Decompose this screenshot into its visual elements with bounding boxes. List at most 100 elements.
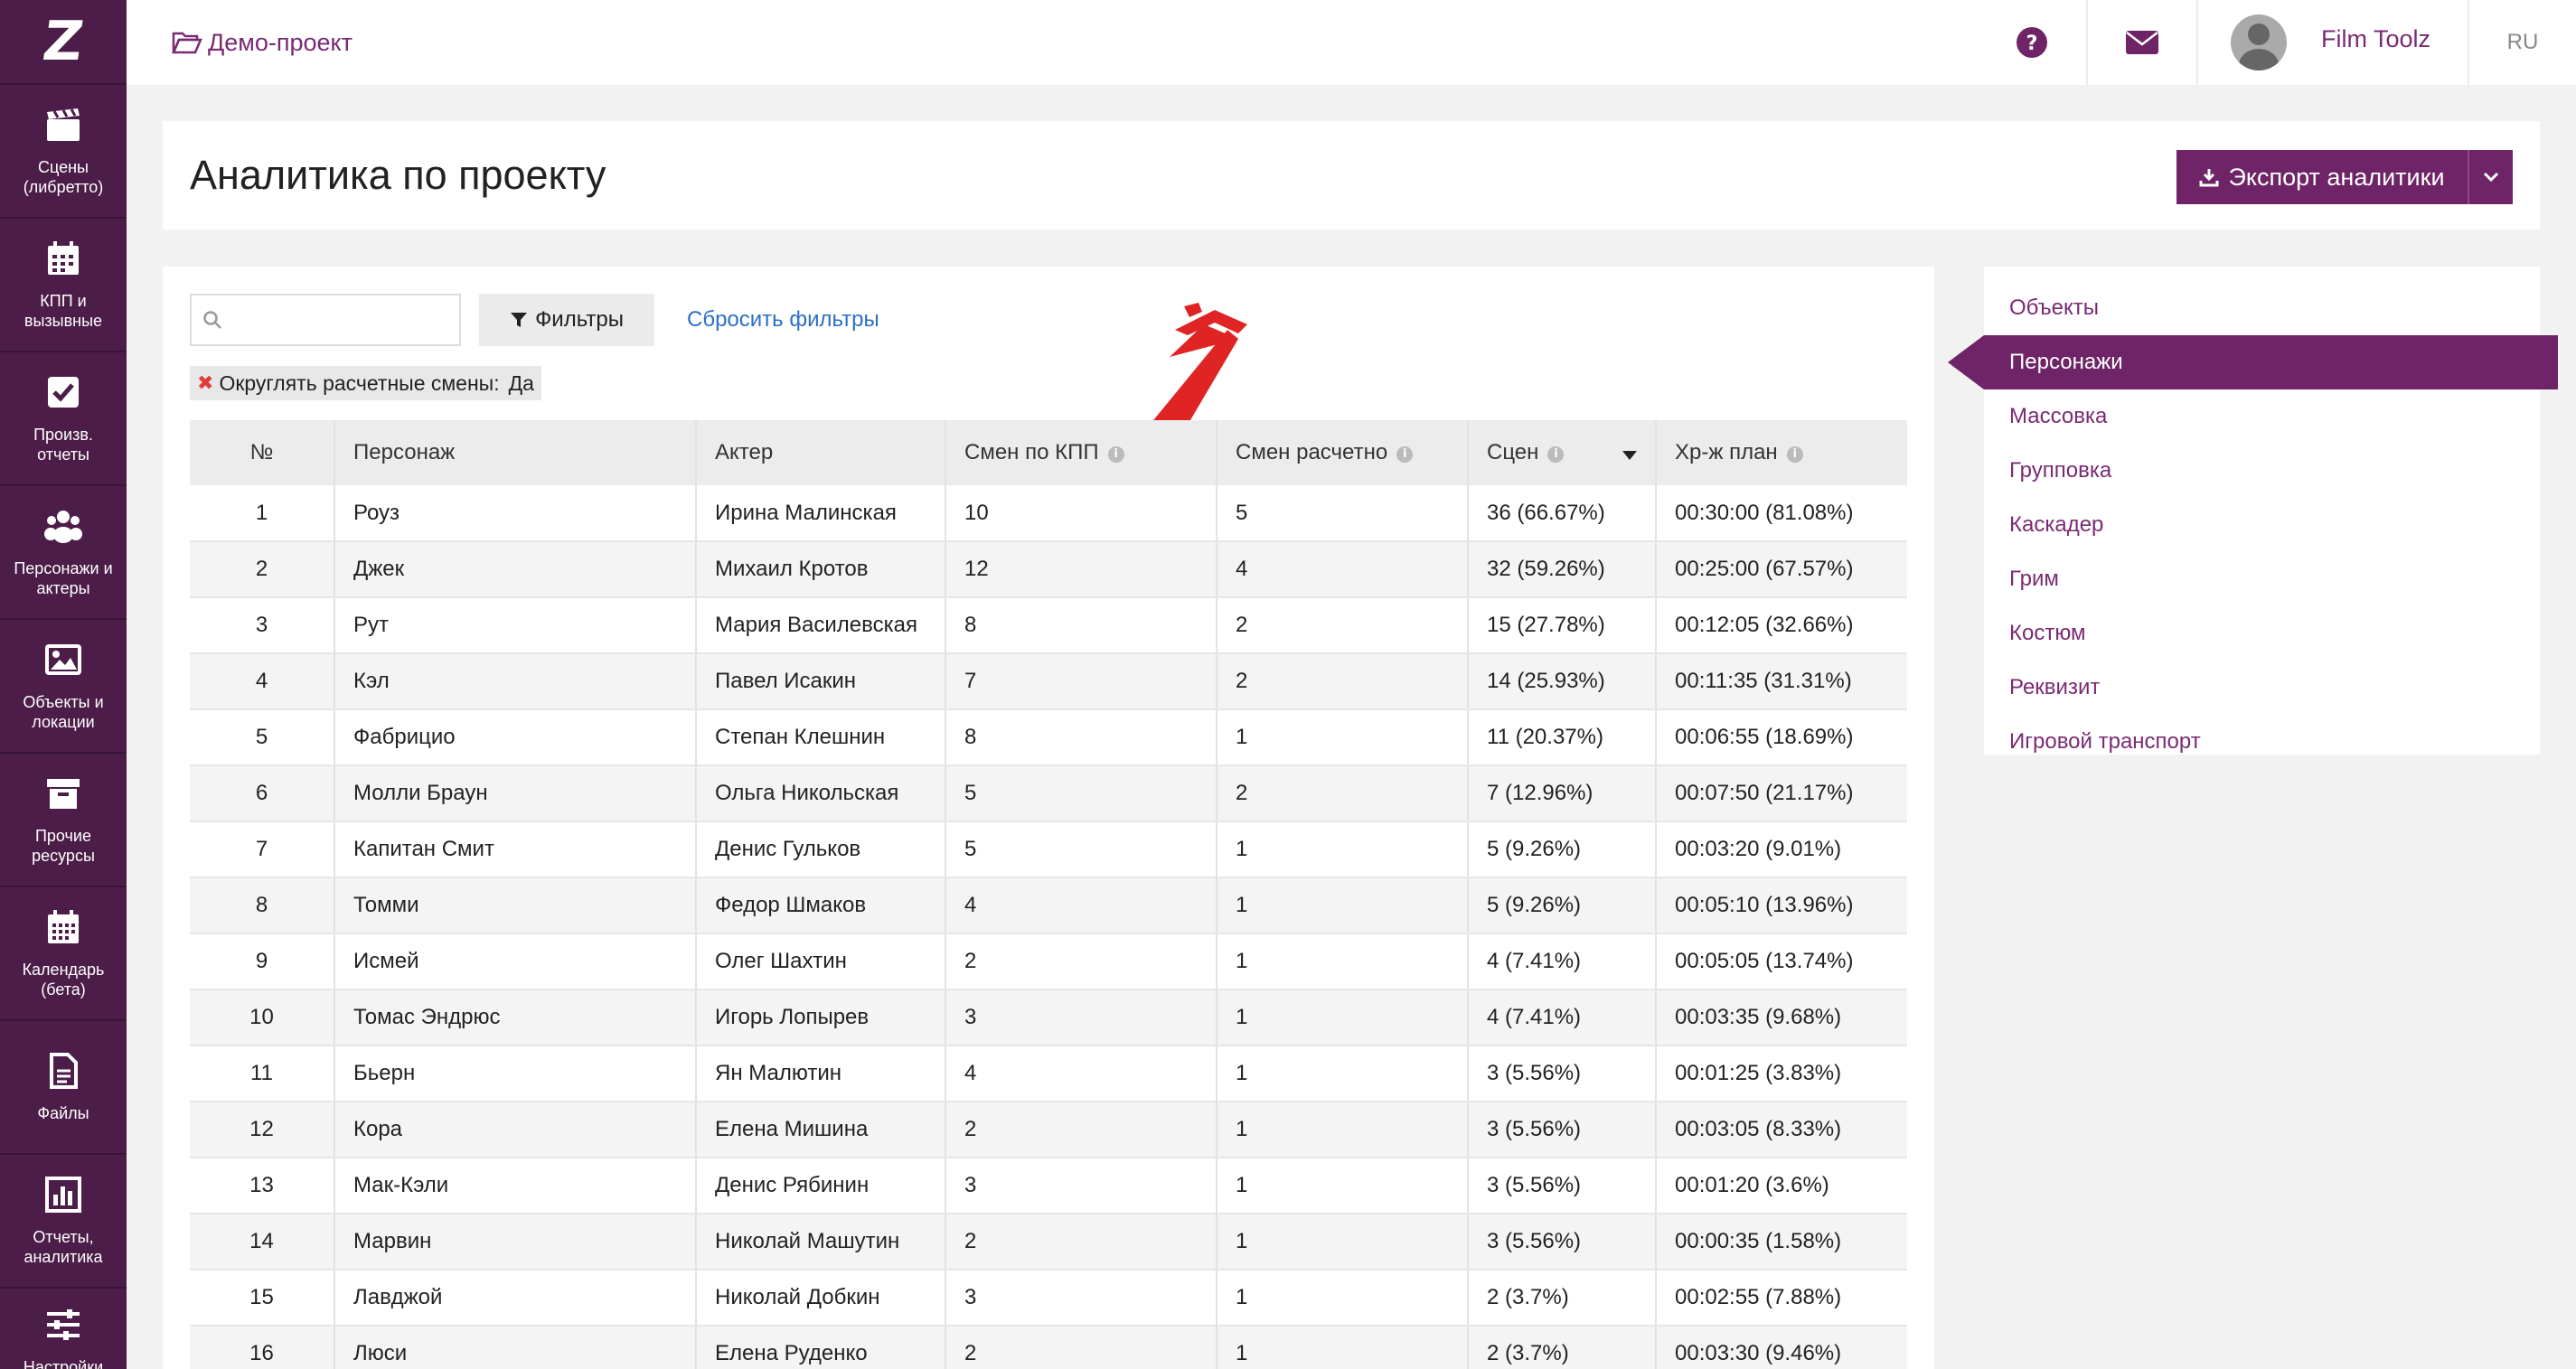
cell-character: Рут [334,597,697,654]
cell-actor: Степан Клешнин [696,709,946,766]
nav-item-category[interactable]: Объекты [1984,281,2540,335]
table-row[interactable]: 13 Мак-Кэли Денис Рябинин 3 1 3 (5.56%) 00:01:… [190,1158,1907,1214]
col-shifts-calc[interactable]: Смен расчетно i [1217,420,1469,485]
col-number[interactable]: № [190,420,335,485]
cell-scenes: 5 (9.26%) [1468,821,1657,878]
table-row[interactable]: 16 Люси Елена Руденко 2 1 2 (3.7%) 00:03:30 (9… [190,1326,1907,1369]
table-row[interactable]: 10 Томас Эндрюс Игорь Лопырев 3 1 4 (7.41%) 00… [190,989,1907,1046]
sidebar-item-characters[interactable]: Персонажи и актеры [0,486,127,620]
info-icon[interactable]: i [1547,446,1565,463]
sidebar-item-label: Отчеты, аналитика [24,1228,103,1266]
cell-character: Джек [334,541,697,598]
image-icon [45,644,81,675]
table-row[interactable]: 9 Исмей Олег Шахтин 2 1 4 (7.41%) 00:05:05 (13… [190,933,1907,990]
sidebar-item-locations[interactable]: Объекты и локации [0,620,127,754]
sidebar-item-label: Объекты и локации [23,693,104,731]
sidebar-item-reports[interactable]: Произв. отчеты [0,352,127,486]
table-row[interactable]: 3 Рут Мария Василевская 8 2 15 (27.78%) 00:12:… [190,597,1907,654]
topbar-actions: ? Film Toolz RU [1978,0,2576,85]
cell-scenes: 2 (3.7%) [1468,1326,1657,1369]
language-switcher[interactable]: RU [2468,0,2576,85]
cell-character: Кэл [334,653,697,710]
nav-item-category[interactable]: Групповка [1984,444,2540,498]
cell-shifts-calc: 1 [1217,1270,1469,1327]
breadcrumb-project[interactable]: Демо-проект [208,29,353,57]
cell-scenes: 15 (27.78%) [1468,597,1657,654]
cell-shifts-calc: 1 [1217,989,1469,1046]
cell-shifts-calc: 1 [1217,1102,1469,1158]
sliders-icon [47,1309,80,1340]
col-character[interactable]: Персонаж [334,420,697,485]
col-scenes-label: Сцен [1487,440,1539,464]
cell-actor: Михаил Кротов [696,541,946,598]
remove-filter-icon[interactable]: ✖ [197,371,213,395]
search-box[interactable] [190,294,461,346]
sidebar-item-calendar[interactable]: Календарь (бета) [0,887,127,1021]
archive-box-icon [47,779,80,809]
table-row[interactable]: 8 Томми Федор Шмаков 4 1 5 (9.26%) 00:05:10 (1… [190,877,1907,934]
info-icon[interactable]: i [1396,446,1414,463]
cell-scenes: 3 (5.56%) [1468,1102,1657,1158]
nav-item-category[interactable]: Персонажи [1948,335,2558,389]
svg-text:?: ? [2026,33,2038,55]
reset-filters-link[interactable]: Сбросить фильтры [687,307,879,333]
filters-button-label: Фильтры [535,307,624,332]
clapperboard-icon [47,108,80,141]
cell-scenes: 2 (3.7%) [1468,1270,1657,1327]
col-timing-plan[interactable]: Хр-ж план i [1656,420,1907,485]
sidebar-item-label: Произв. отчеты [33,426,93,464]
sidebar-item-resources[interactable]: Прочие ресурсы [0,754,127,887]
table-row[interactable]: 14 Марвин Николай Машутин 2 1 3 (5.56%) 00:00:… [190,1214,1907,1271]
col-scenes[interactable]: Сцен i [1468,420,1657,485]
table-row[interactable]: 11 Бьерн Ян Малютин 4 1 3 (5.56%) 00:01:25 (3.… [190,1046,1907,1102]
checkbox-icon [48,377,79,408]
cell-actor: Денис Рябинин [696,1158,946,1214]
cell-shifts-kpp: 4 [945,877,1217,934]
help-button[interactable]: ? [1978,0,2086,85]
nav-item-category[interactable]: Реквизит [1984,661,2540,715]
search-input[interactable] [230,308,447,332]
table-row[interactable]: 6 Молли Браун Ольга Никольская 5 2 7 (12.96%)… [190,765,1907,822]
cell-shifts-calc: 1 [1217,1214,1469,1271]
sidebar-item-label: Сцены (либретто) [23,158,104,196]
cell-timing-plan: 00:02:55 (7.88%) [1656,1270,1907,1327]
cell-timing-plan: 00:05:05 (13.74%) [1656,933,1907,990]
messages-button[interactable] [2086,0,2196,85]
export-dropdown-toggle[interactable] [2468,150,2513,204]
nav-item-category[interactable]: Каскадер [1984,498,2540,552]
cell-shifts-kpp: 2 [945,1214,1217,1271]
table-row[interactable]: 2 Джек Михаил Кротов 12 4 32 (59.26%) 00:25:00… [190,541,1907,598]
info-icon[interactable]: i [1786,446,1803,463]
cell-number: 5 [190,709,335,766]
cell-character: Лавджой [334,1270,697,1327]
user-menu[interactable]: Film Toolz [2196,0,2468,85]
cell-shifts-calc: 1 [1217,877,1469,934]
cell-number: 11 [190,1046,335,1102]
table-row[interactable]: 4 Кэл Павел Исакин 7 2 14 (25.93%) 00:11:35 (3… [190,653,1907,710]
cell-character: Бьерн [334,1046,697,1102]
sidebar-item-files[interactable]: Файлы [0,1021,127,1155]
breadcrumb[interactable]: Демо-проект [172,29,353,57]
nav-item-category[interactable]: Массовка [1984,389,2540,444]
table-row[interactable]: 7 Капитан Смит Денис Гульков 5 1 5 (9.26%) 00:… [190,821,1907,878]
table-row[interactable]: 15 Лавджой Николай Добкин 3 1 2 (3.7%) 00:02:5… [190,1270,1907,1327]
info-icon[interactable]: i [1107,446,1124,463]
cell-actor: Ян Малютин [696,1046,946,1102]
cell-actor: Мария Василевская [696,597,946,654]
table-row[interactable]: 12 Кора Елена Мишина 2 1 3 (5.56%) 00:03:05 (8… [190,1102,1907,1158]
app-logo[interactable]: Z [0,0,127,85]
table-row[interactable]: 5 Фабрицио Степан Клешнин 8 1 11 (20.37%) 00:0… [190,709,1907,766]
sort-desc-icon[interactable] [1622,451,1637,460]
col-shifts-kpp[interactable]: Смен по КПП i [945,420,1217,485]
sidebar-item-analytics[interactable]: Отчеты, аналитика [0,1155,127,1289]
sidebar-item-scenes[interactable]: Сцены (либретто) [0,85,127,219]
export-analytics-button[interactable]: Экспорт аналитики [2176,150,2468,204]
nav-item-category[interactable]: Грим [1984,552,2540,606]
table-row[interactable]: 1 Роуз Ирина Малинская 10 5 36 (66.67%) 00:30:… [190,485,1907,542]
sidebar-item-settings[interactable]: Настройки [0,1289,127,1369]
nav-item-category[interactable]: Игровой транспорт [1984,715,2540,769]
col-actor[interactable]: Актер [696,420,946,485]
sidebar-item-kpp[interactable]: КПП и вызывные [0,219,127,352]
nav-item-category[interactable]: Костюм [1984,606,2540,661]
filters-button[interactable]: Фильтры [479,294,654,346]
